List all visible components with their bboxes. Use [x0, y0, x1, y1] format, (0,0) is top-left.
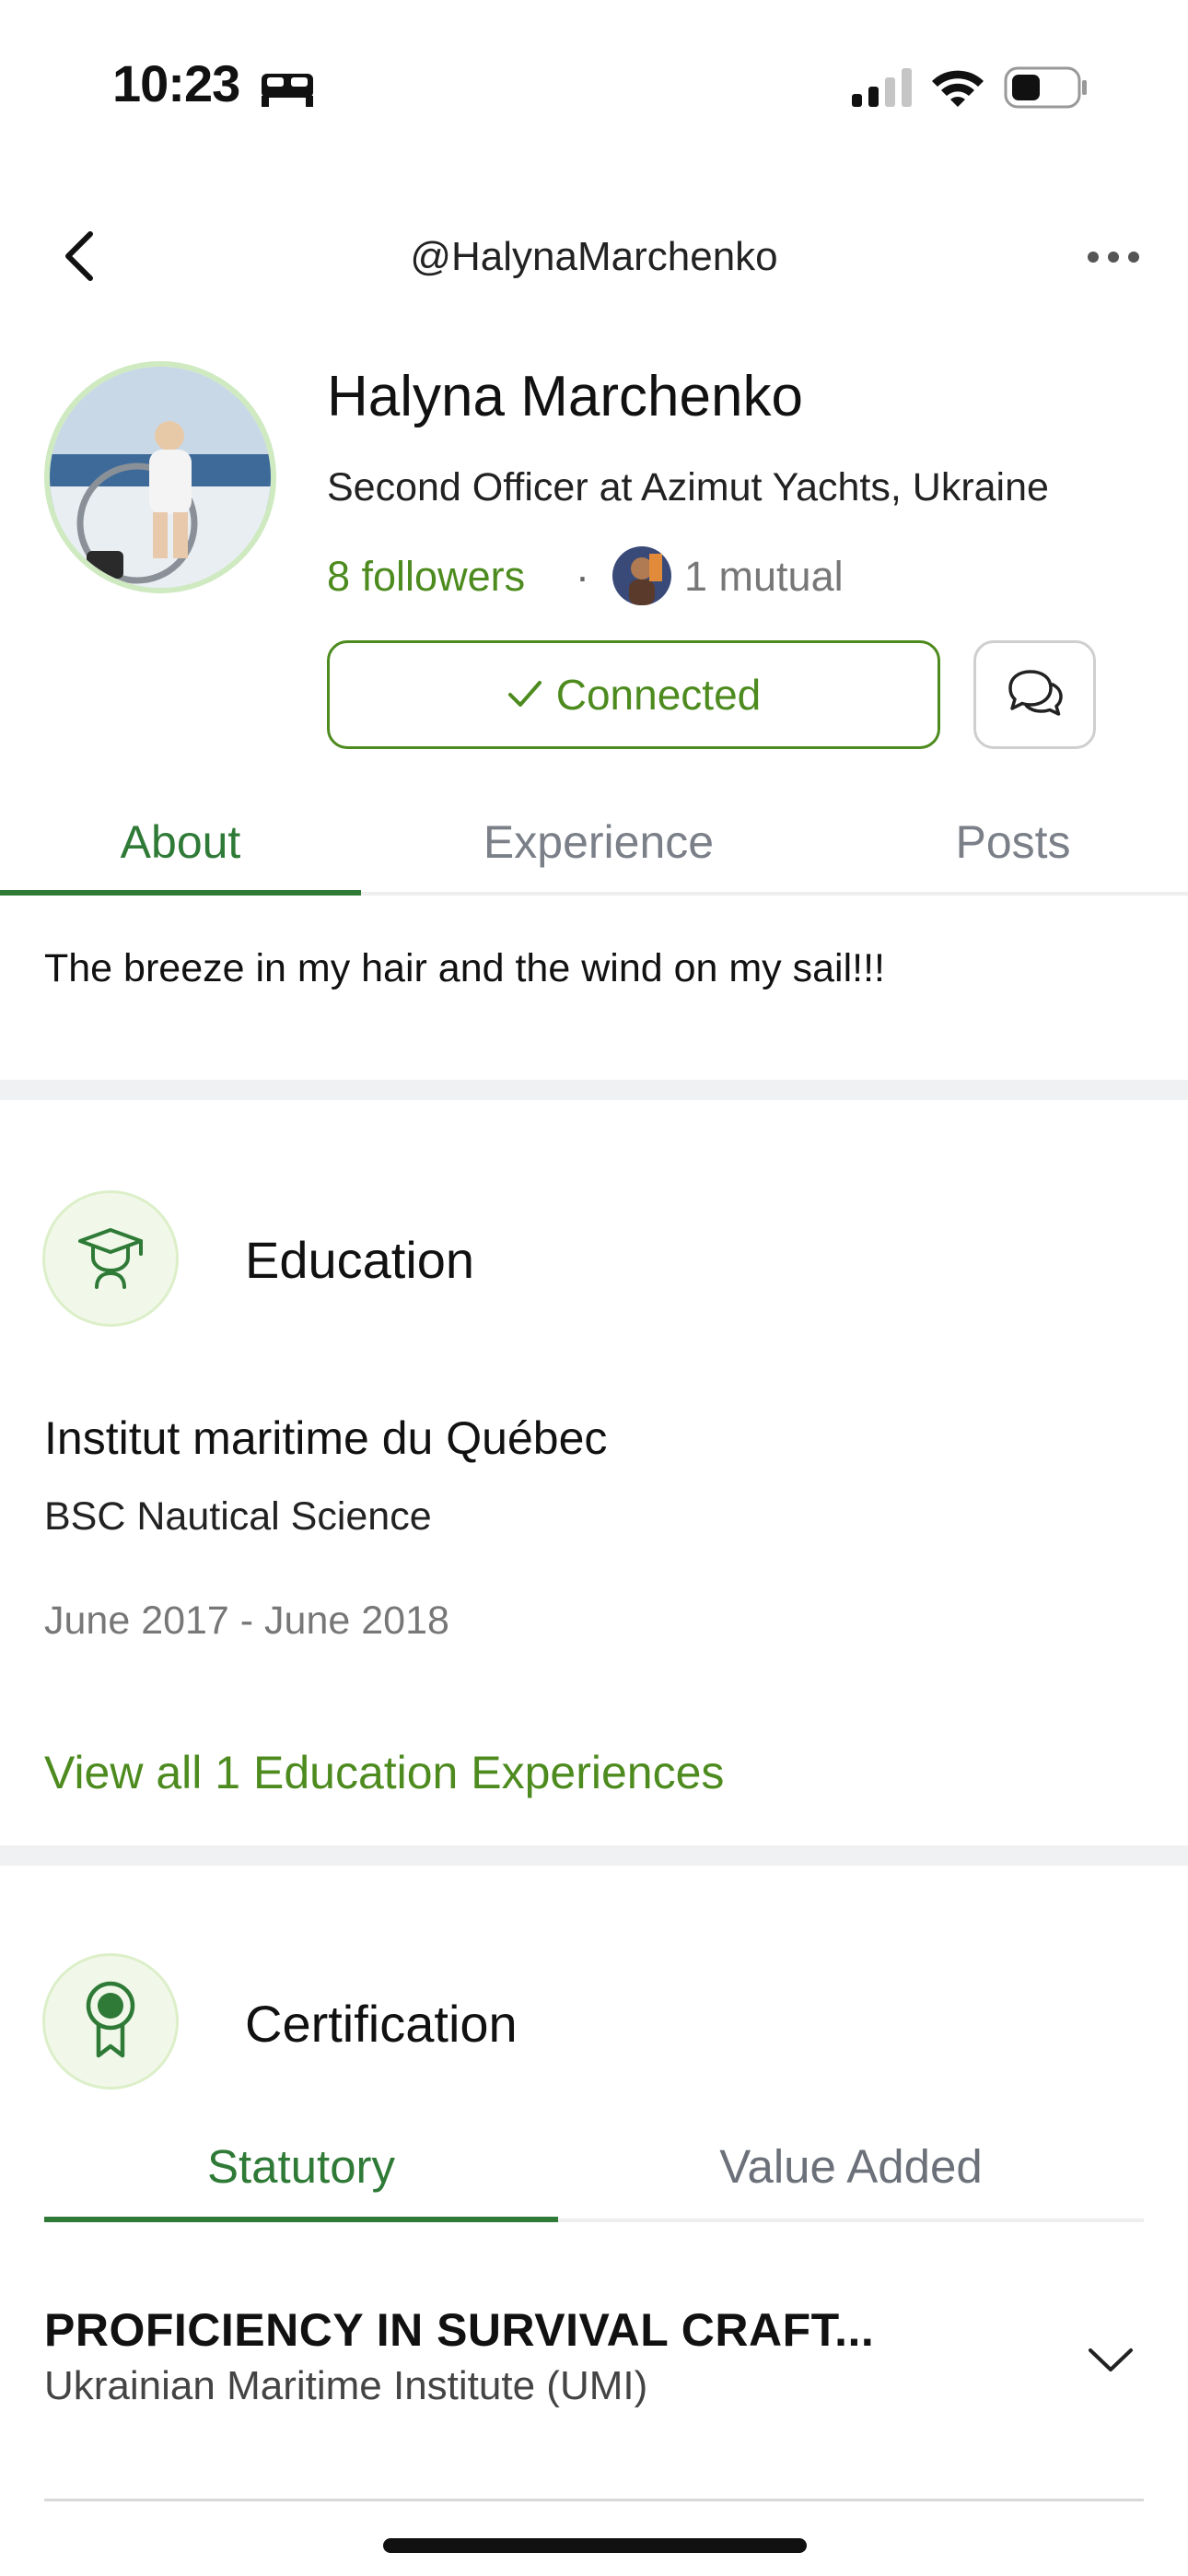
certificate-name[interactable]: PROFICIENCY IN SURVIVAL CRAFT...	[44, 2303, 874, 2357]
tab-about[interactable]: About	[0, 815, 361, 869]
education-dates: June 2017 - June 2018	[44, 1598, 449, 1643]
home-indicator[interactable]	[383, 2538, 807, 2553]
certificate-issuer: Ukrainian Maritime Institute (UMI)	[44, 2363, 648, 2408]
tab-statutory[interactable]: Statutory	[44, 2139, 558, 2194]
profile-name: Halyna Marchenko	[327, 365, 803, 428]
separator-dot: ·	[576, 553, 589, 600]
connected-label: Connected	[555, 671, 762, 719]
mutual-avatar[interactable]	[612, 546, 671, 605]
wifi-icon	[930, 66, 985, 113]
graduation-cap-icon	[75, 1221, 146, 1297]
connected-button[interactable]: Connected	[327, 640, 940, 749]
list-divider	[44, 2499, 1144, 2501]
bio-text: The breeze in my hair and the wind on my…	[44, 946, 885, 990]
education-institution: Institut maritime du Québec	[44, 1412, 608, 1464]
active-tab-indicator	[0, 890, 361, 896]
view-all-education-link[interactable]: View all 1 Education Experiences	[44, 1746, 724, 1799]
mutual-link[interactable]: 1 mutual	[684, 553, 844, 601]
more-icon[interactable]	[1087, 251, 1140, 268]
tab-value-added[interactable]: Value Added	[558, 2139, 1144, 2194]
profile-headline: Second Officer at Azimut Yachts, Ukraine	[327, 465, 1049, 509]
education-icon-badge	[42, 1190, 179, 1327]
active-subtab-indicator	[44, 2217, 558, 2222]
avatar[interactable]	[44, 361, 276, 593]
certification-icon-badge	[42, 1953, 179, 2090]
status-time: 10:23	[112, 54, 240, 112]
section-divider	[0, 1845, 1188, 1866]
bed-icon	[260, 68, 315, 113]
certification-title: Certification	[245, 1995, 518, 2053]
tab-experience[interactable]: Experience	[396, 815, 801, 869]
chevron-down-icon[interactable]	[1087, 2345, 1135, 2379]
education-degree: BSC Nautical Science	[44, 1494, 432, 1539]
section-divider	[0, 1080, 1188, 1100]
battery-icon	[1004, 66, 1089, 113]
chat-bubbles-icon	[1005, 666, 1066, 724]
profile-handle: @HalynaMarchenko	[410, 234, 778, 279]
tab-posts[interactable]: Posts	[884, 815, 1142, 869]
signal-icon	[852, 68, 913, 111]
followers-link[interactable]: 8 followers	[327, 553, 525, 601]
education-title: Education	[245, 1231, 475, 1289]
check-icon	[507, 670, 543, 720]
award-ribbon-icon	[78, 1978, 143, 2066]
message-button[interactable]	[973, 640, 1096, 749]
